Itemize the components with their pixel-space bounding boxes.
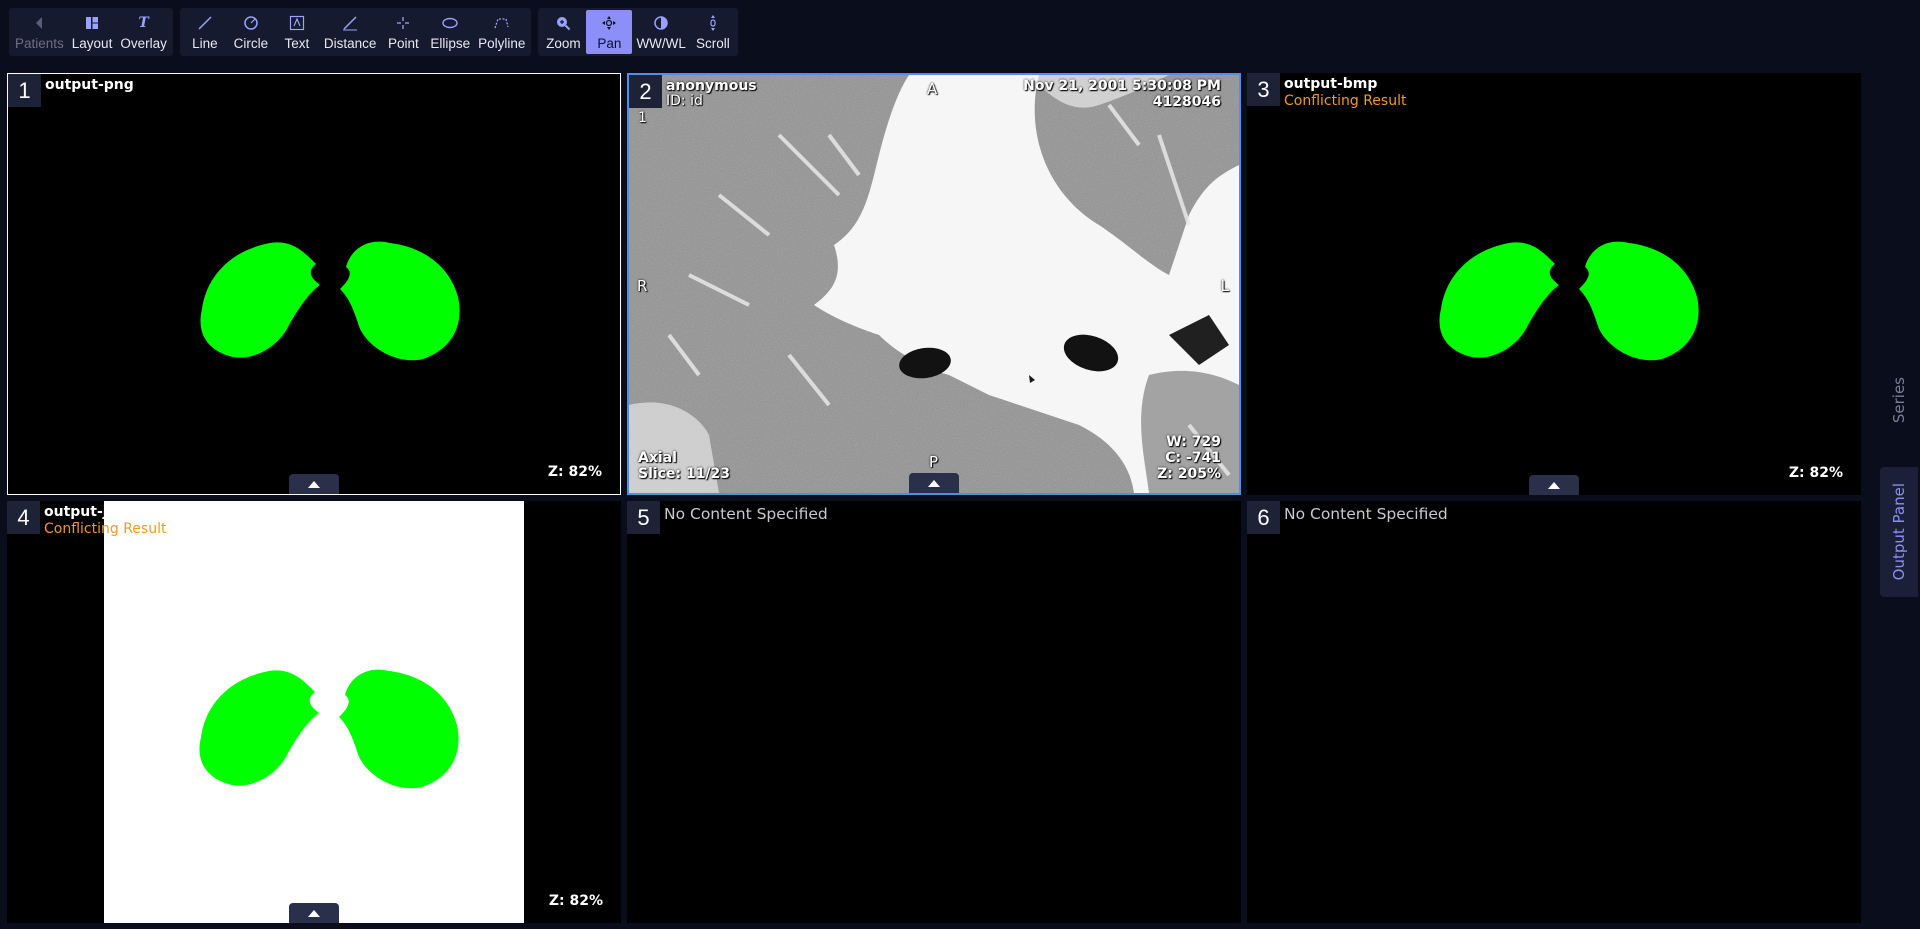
circle-icon bbox=[243, 13, 259, 33]
series-panel-tab[interactable]: Series bbox=[1880, 360, 1918, 440]
point-label: Point bbox=[387, 36, 419, 51]
slice-label: Slice: 11/23 bbox=[638, 466, 731, 482]
chevron-up-icon bbox=[928, 479, 940, 487]
empty-message: No Content Specified bbox=[1284, 505, 1448, 523]
ruler-icon bbox=[342, 13, 358, 33]
point-button[interactable]: Point bbox=[380, 10, 426, 54]
viewport-1[interactable]: 1 output-png Z: 82% bbox=[7, 73, 621, 495]
chevron-left-icon bbox=[34, 13, 44, 33]
orientation-top: A bbox=[927, 80, 938, 98]
zoom-readout: Z: 82% bbox=[1788, 465, 1843, 481]
segmentation-mask bbox=[1439, 241, 1699, 361]
distance-label: Distance bbox=[323, 36, 377, 51]
window-width: W: 729 bbox=[1166, 434, 1221, 450]
text-label: Text bbox=[284, 36, 310, 51]
ct-image bbox=[629, 75, 1239, 493]
distance-button[interactable]: Distance bbox=[320, 10, 381, 54]
zoom-readout: Z: 82% bbox=[547, 464, 602, 480]
viewport-number: 4 bbox=[7, 501, 40, 534]
layout-label: Layout bbox=[71, 36, 113, 51]
output-panel-label: Output Panel bbox=[1890, 483, 1908, 581]
viewport-5[interactable]: 5 No Content Specified bbox=[627, 501, 1241, 923]
toolbar-group-annotations: Line Circle Text Distance Point Ellipse … bbox=[179, 8, 532, 56]
expand-tab[interactable] bbox=[289, 474, 339, 494]
scroll-button[interactable]: Scroll bbox=[690, 10, 736, 54]
chevron-up-icon bbox=[308, 909, 320, 917]
wwwl-button[interactable]: WW/WL bbox=[632, 10, 690, 54]
layout-grid-icon bbox=[85, 13, 99, 33]
expand-tab[interactable] bbox=[1529, 475, 1579, 495]
toolbar: Patients Layout T Overlay Line Circle Te… bbox=[9, 8, 738, 56]
circle-button[interactable]: Circle bbox=[228, 10, 274, 54]
series-panel-label: Series bbox=[1890, 376, 1908, 424]
chevron-up-icon bbox=[308, 480, 320, 488]
scroll-icon bbox=[707, 13, 719, 33]
viewport-6[interactable]: 6 No Content Specified bbox=[1247, 501, 1861, 923]
zoom-label: Zoom bbox=[546, 36, 581, 51]
viewport-number: 1 bbox=[8, 74, 41, 107]
viewport-2[interactable]: 2 anonymous ID: id 1 Nov 21, 2001 5:30:0… bbox=[627, 73, 1241, 495]
polyline-button[interactable]: Polyline bbox=[474, 10, 529, 54]
plane-label: Axial bbox=[638, 450, 677, 466]
zoom-button[interactable]: Zoom bbox=[540, 10, 586, 54]
viewport-title: output-jpeg bbox=[44, 504, 138, 520]
toolbar-group-navigation: Patients Layout T Overlay bbox=[9, 8, 173, 56]
polyline-label: Polyline bbox=[478, 36, 526, 51]
overlay-button[interactable]: T Overlay bbox=[116, 10, 171, 54]
pan-button[interactable]: Pan bbox=[586, 10, 633, 54]
zoom-readout: Z: 205% bbox=[1157, 466, 1221, 482]
viewport-number: 2 bbox=[629, 75, 662, 108]
patients-label: Patients bbox=[15, 36, 64, 51]
pan-label: Pan bbox=[597, 36, 622, 51]
ellipse-button[interactable]: Ellipse bbox=[426, 10, 474, 54]
empty-message: No Content Specified bbox=[664, 505, 828, 523]
viewport-number: 6 bbox=[1247, 501, 1280, 534]
orientation-right: L bbox=[1220, 277, 1229, 295]
line-label: Line bbox=[192, 36, 218, 51]
zoom-icon bbox=[555, 13, 571, 33]
viewport-number: 5 bbox=[627, 501, 660, 534]
window-level: C: -741 bbox=[1165, 450, 1221, 466]
ellipse-icon bbox=[441, 13, 459, 33]
conflict-warning: Conflicting Result bbox=[1284, 93, 1407, 109]
line-button[interactable]: Line bbox=[182, 10, 228, 54]
contrast-icon bbox=[653, 13, 669, 33]
line-icon bbox=[197, 13, 213, 33]
chevron-up-icon bbox=[1548, 481, 1560, 489]
polyline-icon bbox=[493, 13, 511, 33]
overlay-label: Overlay bbox=[120, 36, 167, 51]
layout-button[interactable]: Layout bbox=[68, 10, 117, 54]
ellipse-label: Ellipse bbox=[430, 36, 471, 51]
orientation-bottom: P bbox=[929, 453, 939, 471]
expand-tab[interactable] bbox=[289, 903, 339, 923]
zoom-readout: Z: 82% bbox=[548, 893, 603, 909]
toolbar-group-view: Zoom Pan WW/WL Scroll bbox=[538, 8, 738, 56]
conflict-warning: Conflicting Result bbox=[44, 521, 167, 537]
orientation-left: R bbox=[637, 277, 648, 295]
segmentation-mask bbox=[199, 669, 459, 789]
pan-icon bbox=[601, 13, 617, 33]
patients-button[interactable]: Patients bbox=[11, 10, 68, 54]
viewport-title: output-png bbox=[45, 77, 134, 93]
italic-t-icon: T bbox=[138, 15, 149, 31]
text-box-icon bbox=[289, 13, 305, 33]
circle-label: Circle bbox=[233, 36, 269, 51]
viewport-title: output-bmp bbox=[1284, 76, 1378, 92]
output-panel-tab[interactable]: Output Panel bbox=[1880, 467, 1918, 597]
scroll-label: Scroll bbox=[696, 36, 730, 51]
viewport-3[interactable]: 3 output-bmp Conflicting Result Z: 82% bbox=[1247, 73, 1861, 495]
segmentation-mask bbox=[200, 241, 460, 361]
expand-tab[interactable] bbox=[909, 473, 959, 493]
accession-number: 4128046 bbox=[1152, 94, 1221, 110]
series-number: 1 bbox=[638, 110, 647, 126]
viewport-4[interactable]: 4 output-jpeg Conflicting Result Z: 82% bbox=[7, 501, 621, 923]
wwwl-label: WW/WL bbox=[636, 36, 686, 51]
viewport-number: 3 bbox=[1247, 73, 1280, 106]
patient-name: anonymous bbox=[666, 78, 757, 94]
patient-id: ID: id bbox=[666, 93, 703, 109]
crosshair-icon bbox=[395, 13, 411, 33]
text-button[interactable]: Text bbox=[274, 10, 320, 54]
study-date: Nov 21, 2001 5:30:08 PM bbox=[1023, 78, 1221, 94]
